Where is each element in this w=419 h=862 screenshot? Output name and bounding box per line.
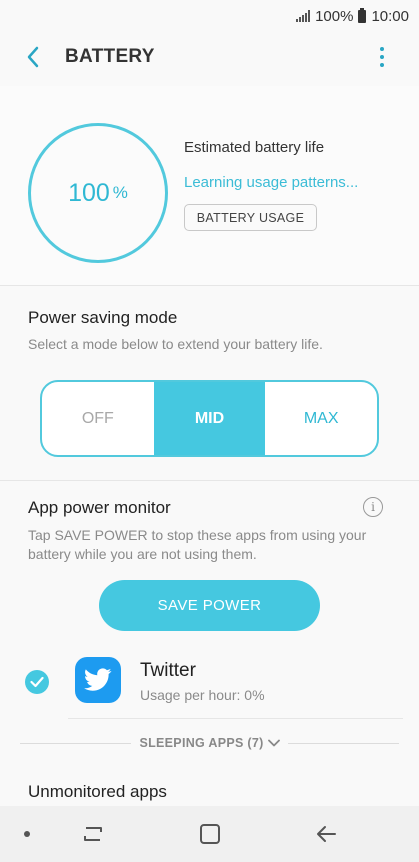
more-options-button[interactable]: [372, 44, 392, 70]
recent-apps-icon: [84, 827, 102, 841]
more-vert-icon: [380, 47, 384, 51]
mode-off-option[interactable]: OFF: [42, 382, 154, 455]
chevron-left-icon: [27, 46, 39, 68]
battery-level-unit: %: [112, 183, 128, 202]
row-divider: [68, 718, 403, 719]
chevron-down-icon: [267, 739, 280, 747]
power-mode-selector: OFF MID MAX: [40, 380, 379, 457]
divider-line: [287, 742, 400, 744]
app-power-monitor-title: App power monitor: [28, 498, 171, 517]
learning-status: Learning usage patterns...: [184, 174, 359, 191]
app-bar: BATTERY: [0, 32, 419, 82]
twitter-bird-icon: [84, 668, 112, 691]
app-name: Twitter: [140, 660, 196, 681]
arrow-back-icon: [317, 826, 336, 842]
twitter-app-icon: [75, 657, 121, 703]
battery-usage-button[interactable]: BATTERY USAGE: [184, 204, 317, 231]
mode-max-option[interactable]: MAX: [265, 382, 377, 455]
sleeping-apps-toggle[interactable]: SLEEPING APPS (7): [20, 733, 400, 753]
check-icon: [30, 676, 44, 688]
recent-apps-button[interactable]: [82, 823, 104, 850]
navigation-bar: [0, 806, 419, 862]
battery-level-ring: 100 %: [28, 123, 168, 263]
sleeping-apps-text: SLEEPING APPS (7): [139, 736, 264, 750]
divider-line: [20, 742, 132, 744]
back-button[interactable]: [20, 44, 46, 70]
app-usage: Usage per hour: 0%: [140, 687, 265, 703]
info-icon[interactable]: i: [363, 497, 383, 517]
sleeping-apps-label: SLEEPING APPS (7): [131, 736, 287, 750]
clock: 10:00: [371, 7, 409, 25]
nav-dot-icon[interactable]: [24, 831, 30, 837]
unmonitored-apps-title[interactable]: Unmonitored apps: [28, 782, 167, 802]
page-title: BATTERY: [65, 46, 155, 67]
back-nav-button[interactable]: [316, 823, 338, 850]
estimated-life-label: Estimated battery life: [184, 139, 325, 156]
checkbox-checked[interactable]: [25, 670, 49, 694]
power-saving-subtitle: Select a mode below to extend your batte…: [28, 336, 323, 352]
app-power-monitor-description: Tap SAVE POWER to stop these apps from u…: [28, 527, 367, 562]
section-divider: [0, 480, 419, 481]
battery-percent: 100%: [315, 7, 354, 25]
list-item[interactable]: Twitter Usage per hour: 0%: [0, 650, 419, 720]
battery-summary-card: 100 % Estimated battery life Learning us…: [0, 86, 419, 286]
battery-level-value: 100: [68, 178, 110, 207]
battery-icon: [358, 7, 367, 23]
mode-mid-option[interactable]: MID: [153, 382, 266, 455]
home-button[interactable]: [200, 824, 220, 844]
power-saving-title: Power saving mode: [28, 308, 178, 327]
signal-icon: [296, 10, 311, 22]
save-power-button[interactable]: SAVE POWER: [99, 580, 320, 631]
status-bar: 100% 10:00: [0, 0, 419, 32]
